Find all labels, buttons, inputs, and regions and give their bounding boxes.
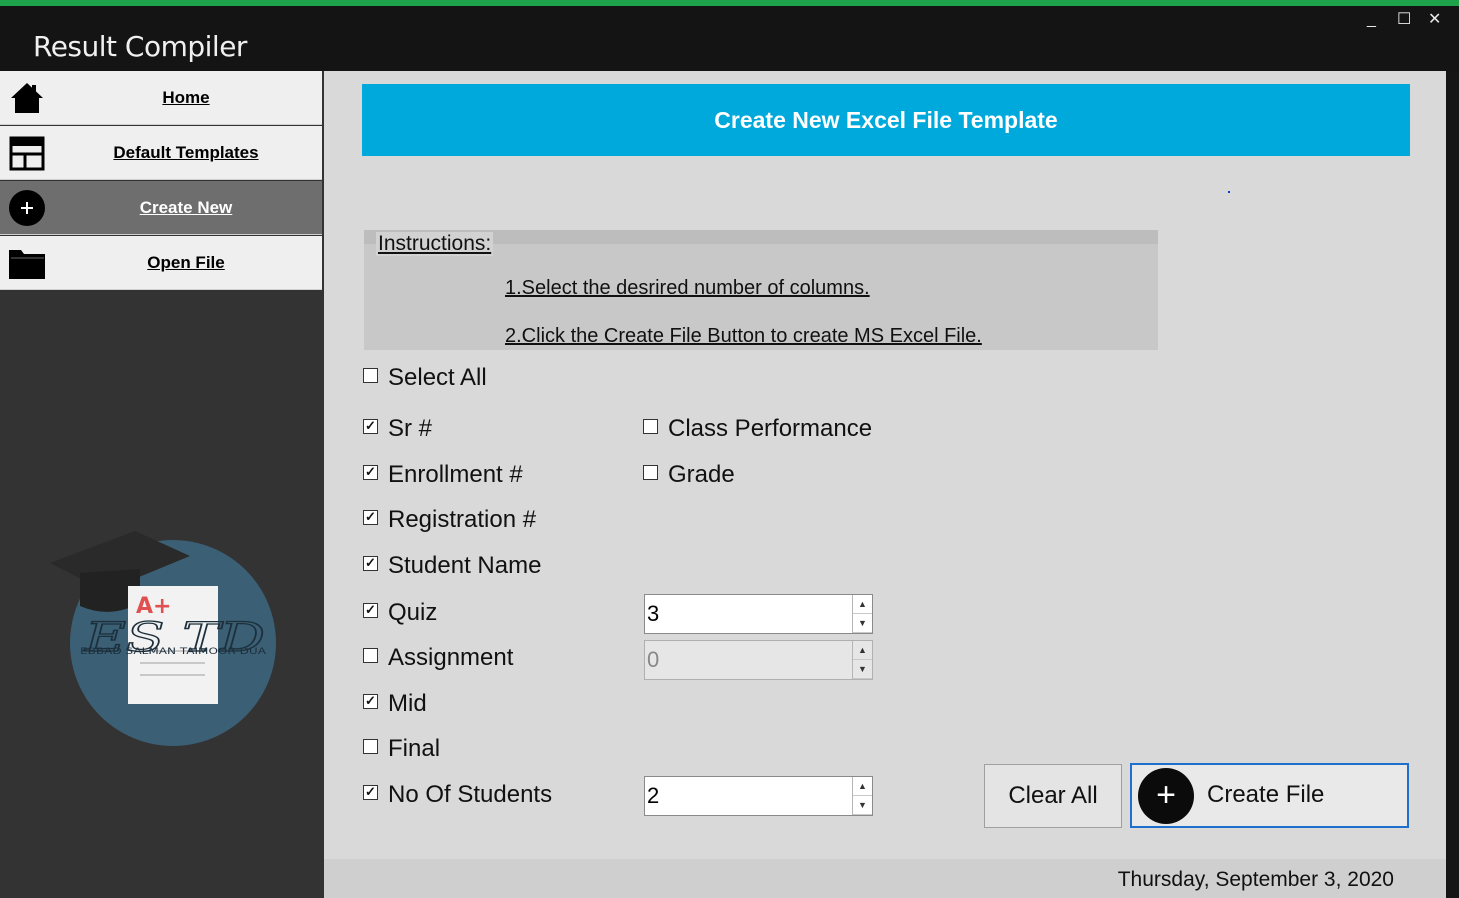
create-file-button[interactable]: + Create File [1130,763,1409,828]
checkbox-label: Class Performance [668,415,873,442]
sidebar-item-label: Home [162,88,210,107]
assignment-checkbox[interactable]: Assignment [363,644,513,672]
instruction-line-1: 1.Select the desrired number of columns. [505,277,870,299]
home-icon [11,83,43,113]
checkbox-label: Grade [668,461,735,488]
page-title: Create New Excel File Template [362,84,1410,156]
checkbox-box [363,368,378,384]
sidebar-item-label: Open File [147,253,225,272]
class-performance-checkbox[interactable]: Class Performance [643,415,872,443]
minimize-button[interactable]: _ [1367,12,1376,28]
spin-buttons: ▲ ▼ [852,641,872,679]
assignment-count-stepper: 0 ▲ ▼ [644,640,873,680]
select-all-checkbox[interactable]: Select All [363,364,487,392]
sidebar-item-open-file[interactable]: Open File [0,236,322,290]
checkbox-label: No Of Students [388,781,553,808]
plus-circle-icon [9,190,45,226]
checkbox-box [643,465,658,481]
close-button[interactable]: ✕ [1428,12,1441,28]
spin-buttons: ▲ ▼ [852,777,872,815]
checkbox-label: Registration # [388,506,537,533]
app-title: Result Compiler [33,30,247,63]
title-bar: Result Compiler _ ☐ ✕ [0,6,1459,71]
spin-buttons: ▲ ▼ [852,595,872,633]
stepper-value: 3 [647,601,660,626]
sidebar-item-create-new[interactable]: Create New [0,181,322,235]
plus-icon: + [1138,768,1194,824]
student-name-checkbox[interactable]: ✓ Student Name [363,552,541,580]
stepper-value: 0 [647,647,660,672]
create-file-label: Create File [1207,781,1325,808]
folder-icon [9,250,45,279]
checkbox-label: Select All [388,364,487,391]
checkbox-label: Quiz [388,599,438,626]
spin-down-icon: ▼ [853,660,872,679]
instruction-line-2: 2.Click the Create File Button to create… [505,325,982,347]
instructions-title: Instructions: [376,232,494,256]
checkbox-label: Student Name [388,552,542,579]
checkbox-label: Enrollment # [388,461,523,488]
app-logo: A+ ES TD EBBAD SALMAN TAIMOOR DUA [50,531,276,746]
checkbox-box [363,648,378,664]
spin-down-icon[interactable]: ▼ [853,796,872,815]
sr-checkbox[interactable]: ✓ Sr # [363,415,432,443]
enrollment-checkbox[interactable]: ✓ Enrollment # [363,461,523,489]
check-icon: ✓ [363,510,378,526]
sidebar-item-label: Create New [139,198,233,217]
no-of-students-checkbox[interactable]: ✓ No Of Students [363,781,552,809]
checkbox-label: Final [388,735,441,762]
instructions-box: Instructions: 1.Select the desrired numb… [364,230,1158,350]
final-checkbox[interactable]: Final [363,735,440,763]
date-label: Thursday, September 3, 2020 [1117,868,1394,891]
check-icon: ✓ [363,694,378,710]
main-panel: Create New Excel File Template Instructi… [324,71,1446,859]
checkbox-label: Assignment [388,644,514,671]
status-bar: Thursday, September 3, 2020 [324,859,1446,898]
quiz-count-stepper[interactable]: 3 ▲ ▼ [644,594,873,634]
sidebar-item-home[interactable]: Home [0,71,322,125]
maximize-button[interactable]: ☐ [1397,12,1411,28]
template-icon [9,136,45,171]
checkbox-label: Mid [388,690,427,717]
check-icon: ✓ [363,465,378,481]
checkbox-box [643,419,658,435]
spin-up-icon[interactable]: ▲ [853,595,872,614]
spin-down-icon[interactable]: ▼ [853,614,872,633]
spin-up-icon: ▲ [853,641,872,660]
registration-checkbox[interactable]: ✓ Registration # [363,506,536,534]
sidebar: Home Default Templates Create New Open F… [0,71,324,898]
check-icon: ✓ [363,419,378,435]
logo-subtitle: EBBAD SALMAN TAIMOOR DUA [80,647,267,657]
check-icon: ✓ [363,556,378,572]
window-edge [1446,71,1459,898]
student-count-stepper[interactable]: 2 ▲ ▼ [644,776,873,816]
sidebar-item-label: Default Templates [113,143,259,162]
clear-all-button[interactable]: Clear All [984,764,1122,828]
stray-dot [1228,191,1230,193]
checkbox-label: Sr # [388,415,433,442]
grade-checkbox[interactable]: Grade [643,461,735,489]
check-icon: ✓ [363,603,378,619]
stepper-value: 2 [647,783,660,808]
check-icon: ✓ [363,785,378,801]
checkbox-box [363,739,378,755]
sidebar-item-default-templates[interactable]: Default Templates [0,126,322,180]
mid-checkbox[interactable]: ✓ Mid [363,690,427,718]
spin-up-icon[interactable]: ▲ [853,777,872,796]
quiz-checkbox[interactable]: ✓ Quiz [363,599,437,627]
